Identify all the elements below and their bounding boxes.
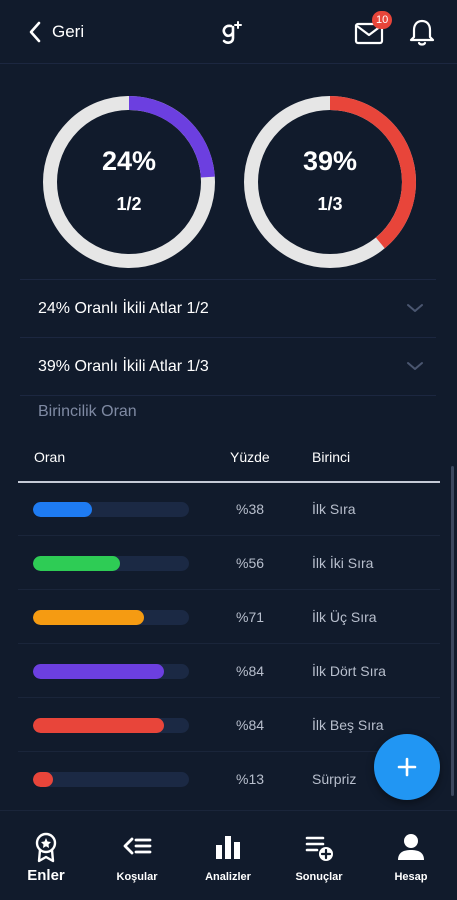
donut-percent: 39% [302,146,358,176]
tab-label: Koşular [116,871,158,883]
back-button[interactable]: Geri [28,20,84,44]
top-bar: Geri 10 [0,0,457,64]
progress-fill [33,772,54,787]
progress-track [33,556,189,571]
percent-cell: %56 [236,555,265,571]
name-cell: İlk Beş Sıra [312,717,384,733]
progress-track [33,718,189,733]
list-back-icon [123,837,152,855]
bar-chart-icon [216,836,240,859]
table-row: %84 İlk Beş Sıra [18,698,440,752]
name-cell: İlk İki Sıra [312,555,374,571]
add-button[interactable] [374,734,440,800]
column-header-ratio: Oran [34,449,66,465]
table-row: %84 İlk Dört Sıra [18,644,440,698]
percent-cell: %84 [236,663,265,679]
section-title: Birincilik Oran [38,403,137,420]
plus-icon [397,757,417,777]
progress-fill [33,502,93,517]
donut-chart-1: 24% 1/2 [41,94,217,270]
name-cell: Sürpriz [312,771,357,787]
tab-label: Hesap [394,871,428,883]
table-row: %56 İlk İki Sıra [18,536,440,590]
award-icon [35,832,57,863]
tab-sonuclar[interactable]: Sonuçlar [279,831,359,897]
bottom-tab-bar: Enler Koşular Analizler Sonuçlar Hesap [0,810,457,900]
tab-label: Enler [27,867,65,884]
chevron-left-icon [29,21,41,43]
donut-fraction: 1/3 [317,194,343,214]
table-row: %38 İlk Sıra [18,482,440,536]
column-header-first: Birinci [312,449,351,465]
list-add-icon [305,836,333,861]
progress-fill [33,664,165,679]
back-label: Geri [52,22,85,41]
tab-enler[interactable]: Enler [6,831,86,897]
tab-kosular[interactable]: Koşular [97,831,177,897]
column-header-percent: Yüzde [230,449,270,465]
accordion-item-2[interactable]: 39% Oranlı İkili Atlar 1/3 [20,337,436,395]
tab-hesap[interactable]: Hesap [371,831,451,897]
progress-fill [33,610,144,625]
chevron-down-icon [407,304,423,312]
divider [20,395,436,396]
progress-track [33,610,189,625]
percent-cell: %13 [236,771,265,787]
percent-cell: %71 [236,609,265,625]
percent-cell: %38 [236,501,265,517]
accordion-label: 39% Oranlı İkili Atlar 1/3 [38,357,209,375]
tab-label: Analizler [205,871,251,883]
donut-chart-2: 39% 1/3 [242,94,418,270]
tab-analizler[interactable]: Analizler [188,831,268,897]
donut-fraction: 1/2 [116,194,142,214]
percent-cell: %84 [236,717,265,733]
name-cell: İlk Sıra [312,501,356,517]
progress-track [33,664,189,679]
accordion-label: 24% Oranlı İkili Atlar 1/2 [38,299,209,317]
progress-track [33,502,189,517]
accordion-item-1[interactable]: 24% Oranlı İkili Atlar 1/2 [20,279,436,337]
brand-g-logo [222,21,242,44]
progress-track [33,772,189,787]
name-cell: İlk Üç Sıra [312,609,377,625]
person-icon [398,834,424,860]
table-row: %71 İlk Üç Sıra [18,590,440,644]
progress-fill [33,718,165,733]
name-cell: İlk Dört Sıra [312,663,386,679]
scrollbar[interactable] [451,466,454,796]
progress-fill [33,556,121,571]
mail-badge: 10 [372,11,393,29]
chevron-down-icon [407,362,423,370]
bell-icon[interactable] [408,17,436,47]
donut-percent: 24% [101,146,157,176]
tab-label: Sonuçlar [295,871,343,883]
